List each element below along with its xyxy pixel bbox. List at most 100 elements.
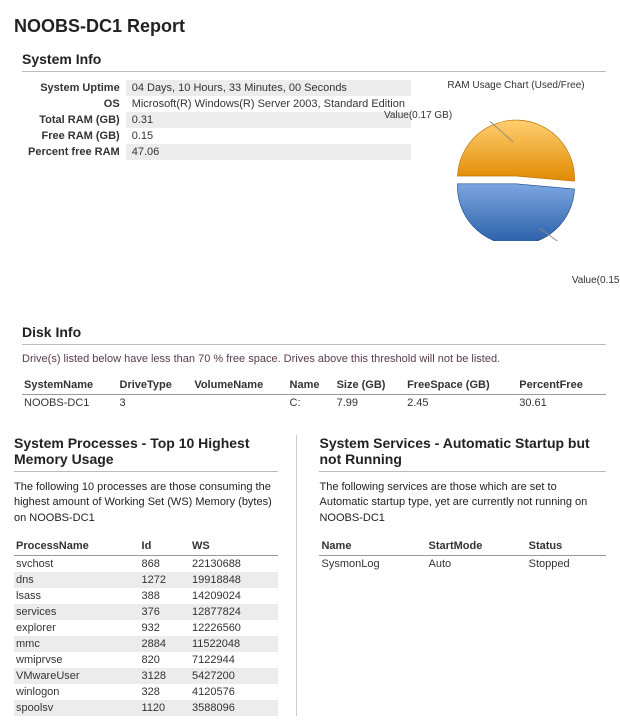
services-heading: System Services - Automatic Startup but … bbox=[319, 435, 606, 472]
column-header: Status bbox=[527, 538, 606, 556]
kv-key: Percent free RAM bbox=[22, 144, 126, 160]
table-cell: 388 bbox=[140, 588, 190, 604]
column-header: Name bbox=[319, 538, 426, 556]
disk-table: SystemNameDriveTypeVolumeNameNameSize (G… bbox=[22, 377, 606, 411]
kv-key: Free RAM (GB) bbox=[22, 128, 126, 144]
table-cell: NOOBS-DC1 bbox=[22, 395, 118, 412]
table-row: explorer93212226560 bbox=[14, 620, 278, 636]
column-header: PercentFree bbox=[517, 377, 606, 395]
table-row: Percent free RAM47.06 bbox=[22, 144, 411, 160]
table-cell: 14209024 bbox=[190, 588, 279, 604]
table-cell: 328 bbox=[140, 684, 190, 700]
ram-usage-chart: RAM Usage Chart (Used/Free) Value(0.17 G… bbox=[426, 80, 606, 300]
table-cell: VMwareUser bbox=[14, 668, 140, 684]
table-cell: 12877824 bbox=[190, 604, 279, 620]
services-note: The following services are those which a… bbox=[319, 480, 606, 526]
table-cell: svchost bbox=[14, 556, 140, 573]
table-cell: 1120 bbox=[140, 700, 190, 716]
table-cell: services bbox=[14, 604, 140, 620]
column-header: Size (GB) bbox=[335, 377, 406, 395]
table-row: services37612877824 bbox=[14, 604, 278, 620]
table-cell: 376 bbox=[140, 604, 190, 620]
table-cell: 2884 bbox=[140, 636, 190, 652]
column-header: Name bbox=[288, 377, 335, 395]
table-cell: 7122944 bbox=[190, 652, 279, 668]
column-header: StartMode bbox=[427, 538, 527, 556]
disk-info-section: Disk Info Drive(s) listed below have les… bbox=[22, 324, 606, 411]
table-row: Free RAM (GB)0.15 bbox=[22, 128, 411, 144]
column-header: ProcessName bbox=[14, 538, 140, 556]
table-cell: dns bbox=[14, 572, 140, 588]
table-cell: wmiprvse bbox=[14, 652, 140, 668]
disk-info-note: Drive(s) listed below have less than 70 … bbox=[22, 353, 606, 365]
table-cell: 7.99 bbox=[335, 395, 406, 412]
table-cell: mmc bbox=[14, 636, 140, 652]
table-cell: 12226560 bbox=[190, 620, 279, 636]
table-cell: SysmonLog bbox=[319, 556, 426, 573]
table-cell: 5427200 bbox=[190, 668, 279, 684]
table-cell: Auto bbox=[427, 556, 527, 573]
table-cell bbox=[192, 395, 287, 412]
table-row: SysmonLogAutoStopped bbox=[319, 556, 606, 573]
services-section: System Services - Automatic Startup but … bbox=[297, 435, 606, 716]
pie-icon bbox=[451, 111, 581, 241]
page-title: NOOBS-DC1 Report bbox=[14, 16, 606, 37]
table-cell: 820 bbox=[140, 652, 190, 668]
table-cell: 22130688 bbox=[190, 556, 279, 573]
table-cell: explorer bbox=[14, 620, 140, 636]
column-header: FreeSpace (GB) bbox=[405, 377, 517, 395]
table-row: Total RAM (GB)0.31 bbox=[22, 112, 411, 128]
table-row: System Uptime04 Days, 10 Hours, 33 Minut… bbox=[22, 80, 411, 96]
column-header: VolumeName bbox=[192, 377, 287, 395]
chart-label-free: Value(0.15 GB) bbox=[572, 275, 620, 286]
table-cell: 3588096 bbox=[190, 700, 279, 716]
kv-value: 04 Days, 10 Hours, 33 Minutes, 00 Second… bbox=[126, 80, 411, 96]
column-header: SystemName bbox=[22, 377, 118, 395]
table-row: spoolsv11203588096 bbox=[14, 700, 278, 716]
table-cell: winlogon bbox=[14, 684, 140, 700]
kv-value: Microsoft(R) Windows(R) Server 2003, Sta… bbox=[126, 96, 411, 112]
column-header: Id bbox=[140, 538, 190, 556]
table-cell: 30.61 bbox=[517, 395, 606, 412]
kv-key: OS bbox=[22, 96, 126, 112]
column-header: WS bbox=[190, 538, 279, 556]
kv-key: System Uptime bbox=[22, 80, 126, 96]
table-cell: 11522048 bbox=[190, 636, 279, 652]
table-cell: 1272 bbox=[140, 572, 190, 588]
system-info-heading: System Info bbox=[22, 51, 606, 72]
table-cell: 932 bbox=[140, 620, 190, 636]
system-info-section: System Info System Uptime04 Days, 10 Hou… bbox=[22, 51, 606, 300]
processes-note: The following 10 processes are those con… bbox=[14, 480, 278, 526]
kv-key: Total RAM (GB) bbox=[22, 112, 126, 128]
table-row: NOOBS-DC13 C:7.992.4530.61 bbox=[22, 395, 606, 412]
table-cell: 19918848 bbox=[190, 572, 279, 588]
table-row: dns127219918848 bbox=[14, 572, 278, 588]
kv-value: 47.06 bbox=[126, 144, 411, 160]
table-cell: 4120576 bbox=[190, 684, 279, 700]
table-row: lsass38814209024 bbox=[14, 588, 278, 604]
kv-value: 0.31 bbox=[126, 112, 411, 128]
disk-info-heading: Disk Info bbox=[22, 324, 606, 345]
table-cell: spoolsv bbox=[14, 700, 140, 716]
services-table: NameStartModeStatus SysmonLogAutoStopped bbox=[319, 538, 606, 572]
processes-section: System Processes - Top 10 Highest Memory… bbox=[14, 435, 297, 716]
table-cell: 3 bbox=[118, 395, 193, 412]
table-row: winlogon3284120576 bbox=[14, 684, 278, 700]
table-cell: 868 bbox=[140, 556, 190, 573]
table-cell: Stopped bbox=[527, 556, 606, 573]
chart-title: RAM Usage Chart (Used/Free) bbox=[426, 80, 606, 91]
processes-heading: System Processes - Top 10 Highest Memory… bbox=[14, 435, 278, 472]
table-row: mmc288411522048 bbox=[14, 636, 278, 652]
chart-label-used: Value(0.17 GB) bbox=[384, 110, 452, 121]
system-info-table: System Uptime04 Days, 10 Hours, 33 Minut… bbox=[22, 80, 411, 160]
kv-value: 0.15 bbox=[126, 128, 411, 144]
table-cell: lsass bbox=[14, 588, 140, 604]
column-header: DriveType bbox=[118, 377, 193, 395]
table-row: OSMicrosoft(R) Windows(R) Server 2003, S… bbox=[22, 96, 411, 112]
table-cell: C: bbox=[288, 395, 335, 412]
table-cell: 2.45 bbox=[405, 395, 517, 412]
table-cell: 3128 bbox=[140, 668, 190, 684]
table-row: svchost86822130688 bbox=[14, 556, 278, 573]
table-row: VMwareUser31285427200 bbox=[14, 668, 278, 684]
processes-table: ProcessNameIdWS svchost86822130688dns127… bbox=[14, 538, 278, 716]
